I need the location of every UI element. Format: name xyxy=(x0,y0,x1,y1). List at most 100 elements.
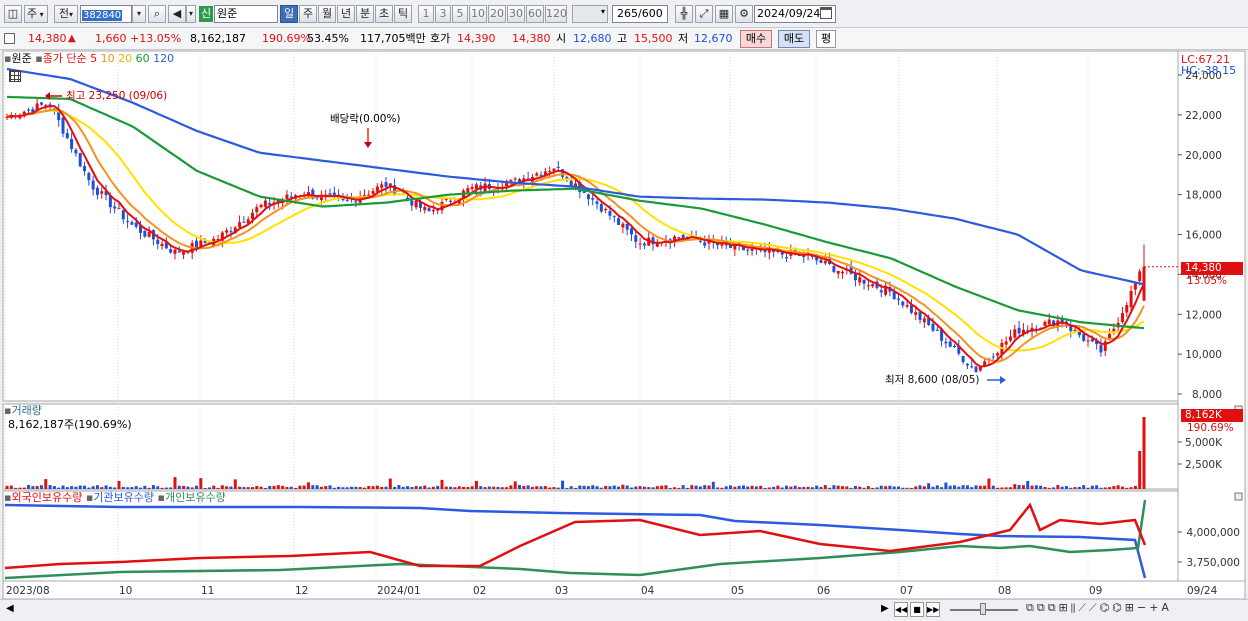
institution-label: 기관보유수량 xyxy=(93,491,155,504)
volume-bar xyxy=(276,485,280,489)
volume-bar xyxy=(410,486,414,489)
nav-last-icon[interactable]: ▶▶ xyxy=(926,602,940,617)
volume-bar xyxy=(104,485,108,489)
volume-bar xyxy=(113,487,117,489)
scroll-left-icon[interactable]: ◀ xyxy=(6,603,14,614)
nav-first-icon[interactable]: ◀◀ xyxy=(894,602,908,617)
volume-bar xyxy=(134,486,138,489)
legend-ma-label: 종가 단순 5 xyxy=(42,52,98,65)
candle-body xyxy=(655,243,659,247)
candle-body xyxy=(841,271,845,274)
candle-body xyxy=(470,186,474,190)
volume-bar xyxy=(879,485,883,489)
volume-bar xyxy=(754,486,758,489)
volume-bar xyxy=(884,486,888,489)
volume-bar xyxy=(375,485,379,489)
volume-bar xyxy=(1108,487,1112,489)
candle-body xyxy=(225,230,229,233)
volume-bar xyxy=(664,485,668,489)
volume-bar xyxy=(177,485,181,489)
volume-bar xyxy=(526,485,530,489)
volume-bar xyxy=(914,486,918,489)
candle-body xyxy=(195,240,198,248)
volume-bar xyxy=(143,485,147,489)
candle-body xyxy=(1017,327,1021,334)
candle-body xyxy=(27,109,31,111)
stock-chart[interactable]: 24,00022,00020,00018,00016,00014,00012,0… xyxy=(0,0,1248,621)
candle-body xyxy=(427,208,431,212)
volume-bar xyxy=(1047,487,1051,489)
candle-body xyxy=(922,318,926,323)
nav-stop-icon[interactable]: ■ xyxy=(910,602,924,617)
volume-bar xyxy=(216,487,220,489)
volume-bar xyxy=(220,485,224,489)
volume-bar xyxy=(810,487,814,489)
volume-bar xyxy=(905,487,909,489)
volume-bar xyxy=(182,485,186,489)
x-tick-label: 02 xyxy=(473,585,486,597)
volume-bar xyxy=(1077,486,1081,489)
volume-bar xyxy=(1060,486,1064,489)
volume-bar xyxy=(474,480,478,489)
x-tick-label: 2023/08 xyxy=(6,585,50,597)
scroll-right-icon[interactable]: ▶ xyxy=(881,603,889,614)
candle-body xyxy=(1047,319,1051,325)
volume-bar xyxy=(638,486,642,489)
volume-bar xyxy=(207,487,211,489)
indicator-table-icon[interactable] xyxy=(9,70,21,82)
volume-bar xyxy=(935,485,939,489)
volume-bar xyxy=(1112,486,1116,489)
volume-bar xyxy=(707,485,711,489)
candle-body xyxy=(905,305,909,307)
volume-bar xyxy=(729,485,733,489)
candle-body xyxy=(74,149,78,154)
volume-bar xyxy=(48,485,52,489)
volume-bar xyxy=(1090,485,1094,489)
volume-bar xyxy=(414,485,418,489)
volume-bar xyxy=(698,486,702,489)
legend-ma60: 60 xyxy=(135,52,150,65)
zoom-slider-handle[interactable] xyxy=(980,603,986,615)
candle-body xyxy=(785,257,789,259)
tool-icons[interactable]: ⧉⧉⧉⊞⫴⟋⟋⌬⌬⊞−+A xyxy=(1026,601,1172,615)
candle-body xyxy=(156,239,160,244)
candle-body xyxy=(866,285,870,287)
volume-bar xyxy=(332,487,336,489)
volume-bar xyxy=(1030,485,1034,489)
candle-body xyxy=(703,242,707,246)
candle-body xyxy=(1138,271,1142,282)
x-tick-label: 09 xyxy=(1089,585,1102,597)
candle-body xyxy=(87,172,91,181)
candle-body xyxy=(642,243,646,246)
volume-bar xyxy=(388,478,392,489)
volume-bar xyxy=(367,486,371,489)
volume-bar xyxy=(927,483,931,489)
volume-bar xyxy=(987,478,991,489)
candle-body xyxy=(70,139,74,149)
candle-body xyxy=(621,223,625,228)
volume-tag-text: 8,162K xyxy=(1185,409,1222,421)
volume-bar xyxy=(802,486,806,489)
volume-bar xyxy=(91,486,95,489)
volume-bar xyxy=(1034,485,1038,489)
volume-tick-label: 5,000K xyxy=(1185,437,1223,449)
volume-bar xyxy=(1056,485,1060,489)
volume-bar xyxy=(39,485,43,489)
x-tick-label: 08 xyxy=(998,585,1011,597)
volume-bar xyxy=(1103,487,1107,489)
volume-bar xyxy=(1039,485,1043,489)
candle-body xyxy=(143,230,147,237)
volume-bar xyxy=(535,486,539,489)
volume-bar xyxy=(737,485,741,489)
volume-bar xyxy=(892,486,896,489)
candle-body xyxy=(83,166,87,172)
volume-bar xyxy=(634,486,638,489)
candle-body xyxy=(134,222,138,227)
volume-bar xyxy=(1013,484,1017,489)
volume-bar xyxy=(548,487,552,489)
volume-bar xyxy=(160,487,164,489)
volume-bar xyxy=(466,486,470,489)
volume-bar xyxy=(565,487,569,489)
candle-body xyxy=(836,270,840,274)
volume-bar xyxy=(151,485,155,489)
